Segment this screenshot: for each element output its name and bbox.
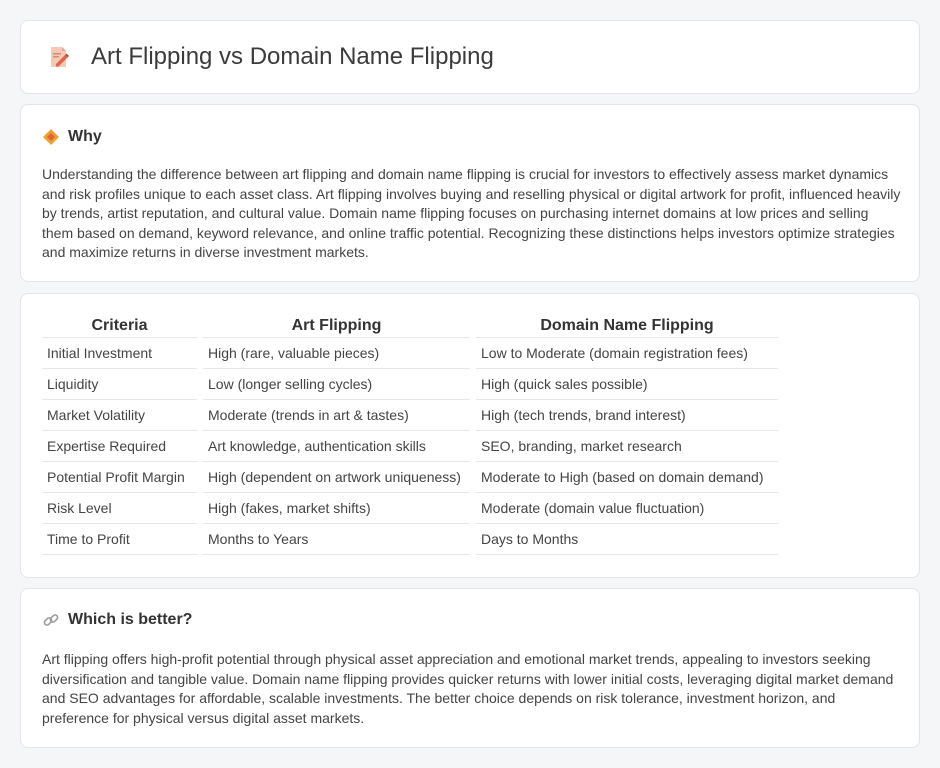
comparison-table: Criteria Art Flipping Domain Name Flippi… (36, 316, 784, 555)
table-cell: Low (longer selling cycles) (203, 369, 470, 400)
table-cell: Market Volatility (42, 400, 197, 431)
table-cell: Moderate to High (based on domain demand… (476, 462, 778, 493)
table-cell: Art knowledge, authentication skills (203, 431, 470, 462)
diamond-icon (42, 128, 60, 146)
comparison-table-card: Criteria Art Flipping Domain Name Flippi… (20, 293, 920, 578)
why-heading-row: Why (42, 128, 102, 146)
table-header-row: Criteria Art Flipping Domain Name Flippi… (42, 316, 778, 338)
column-header-criteria: Criteria (42, 316, 197, 338)
why-section: Why Understanding the difference between… (20, 104, 920, 282)
table-cell: Time to Profit (42, 524, 197, 555)
table-row: Time to Profit Months to Years Days to M… (42, 524, 778, 555)
table-cell: Months to Years (203, 524, 470, 555)
table-cell: Initial Investment (42, 338, 197, 369)
table-cell: High (fakes, market shifts) (203, 493, 470, 524)
table-row: Initial Investment High (rare, valuable … (42, 338, 778, 369)
table-cell: SEO, branding, market research (476, 431, 778, 462)
better-text: Art flipping offers high-profit potentia… (42, 651, 894, 726)
title-card: Art Flipping vs Domain Name Flipping (20, 20, 920, 94)
better-heading-row: Which is better? (42, 611, 192, 629)
why-text: Understanding the difference between art… (42, 166, 901, 260)
document-pencil-icon (47, 45, 71, 69)
table-row: Liquidity Low (longer selling cycles) Hi… (42, 369, 778, 400)
table-cell: Moderate (trends in art & tastes) (203, 400, 470, 431)
table-row: Risk Level High (fakes, market shifts) M… (42, 493, 778, 524)
table-row: Market Volatility Moderate (trends in ar… (42, 400, 778, 431)
table-cell: Low to Moderate (domain registration fee… (476, 338, 778, 369)
table-cell: Expertise Required (42, 431, 197, 462)
table-row: Potential Profit Margin High (dependent … (42, 462, 778, 493)
table-cell: Liquidity (42, 369, 197, 400)
table-row: Expertise Required Art knowledge, authen… (42, 431, 778, 462)
table-cell: Potential Profit Margin (42, 462, 197, 493)
table-cell: High (tech trends, brand interest) (476, 400, 778, 431)
table-cell: Days to Months (476, 524, 778, 555)
page-title: Art Flipping vs Domain Name Flipping (91, 43, 494, 70)
better-heading: Which is better? (68, 611, 193, 628)
column-header-art: Art Flipping (203, 316, 470, 338)
table-cell: Moderate (domain value fluctuation) (476, 493, 778, 524)
table-cell: High (dependent on artwork uniqueness) (203, 462, 470, 493)
table-cell: Risk Level (42, 493, 197, 524)
why-heading: Why (68, 128, 102, 145)
which-better-section: Which is better? Art flipping offers hig… (20, 588, 920, 748)
column-header-domain: Domain Name Flipping (476, 316, 778, 338)
table-cell: High (rare, valuable pieces) (203, 338, 470, 369)
table-cell: High (quick sales possible) (476, 369, 778, 400)
link-icon (42, 611, 60, 629)
